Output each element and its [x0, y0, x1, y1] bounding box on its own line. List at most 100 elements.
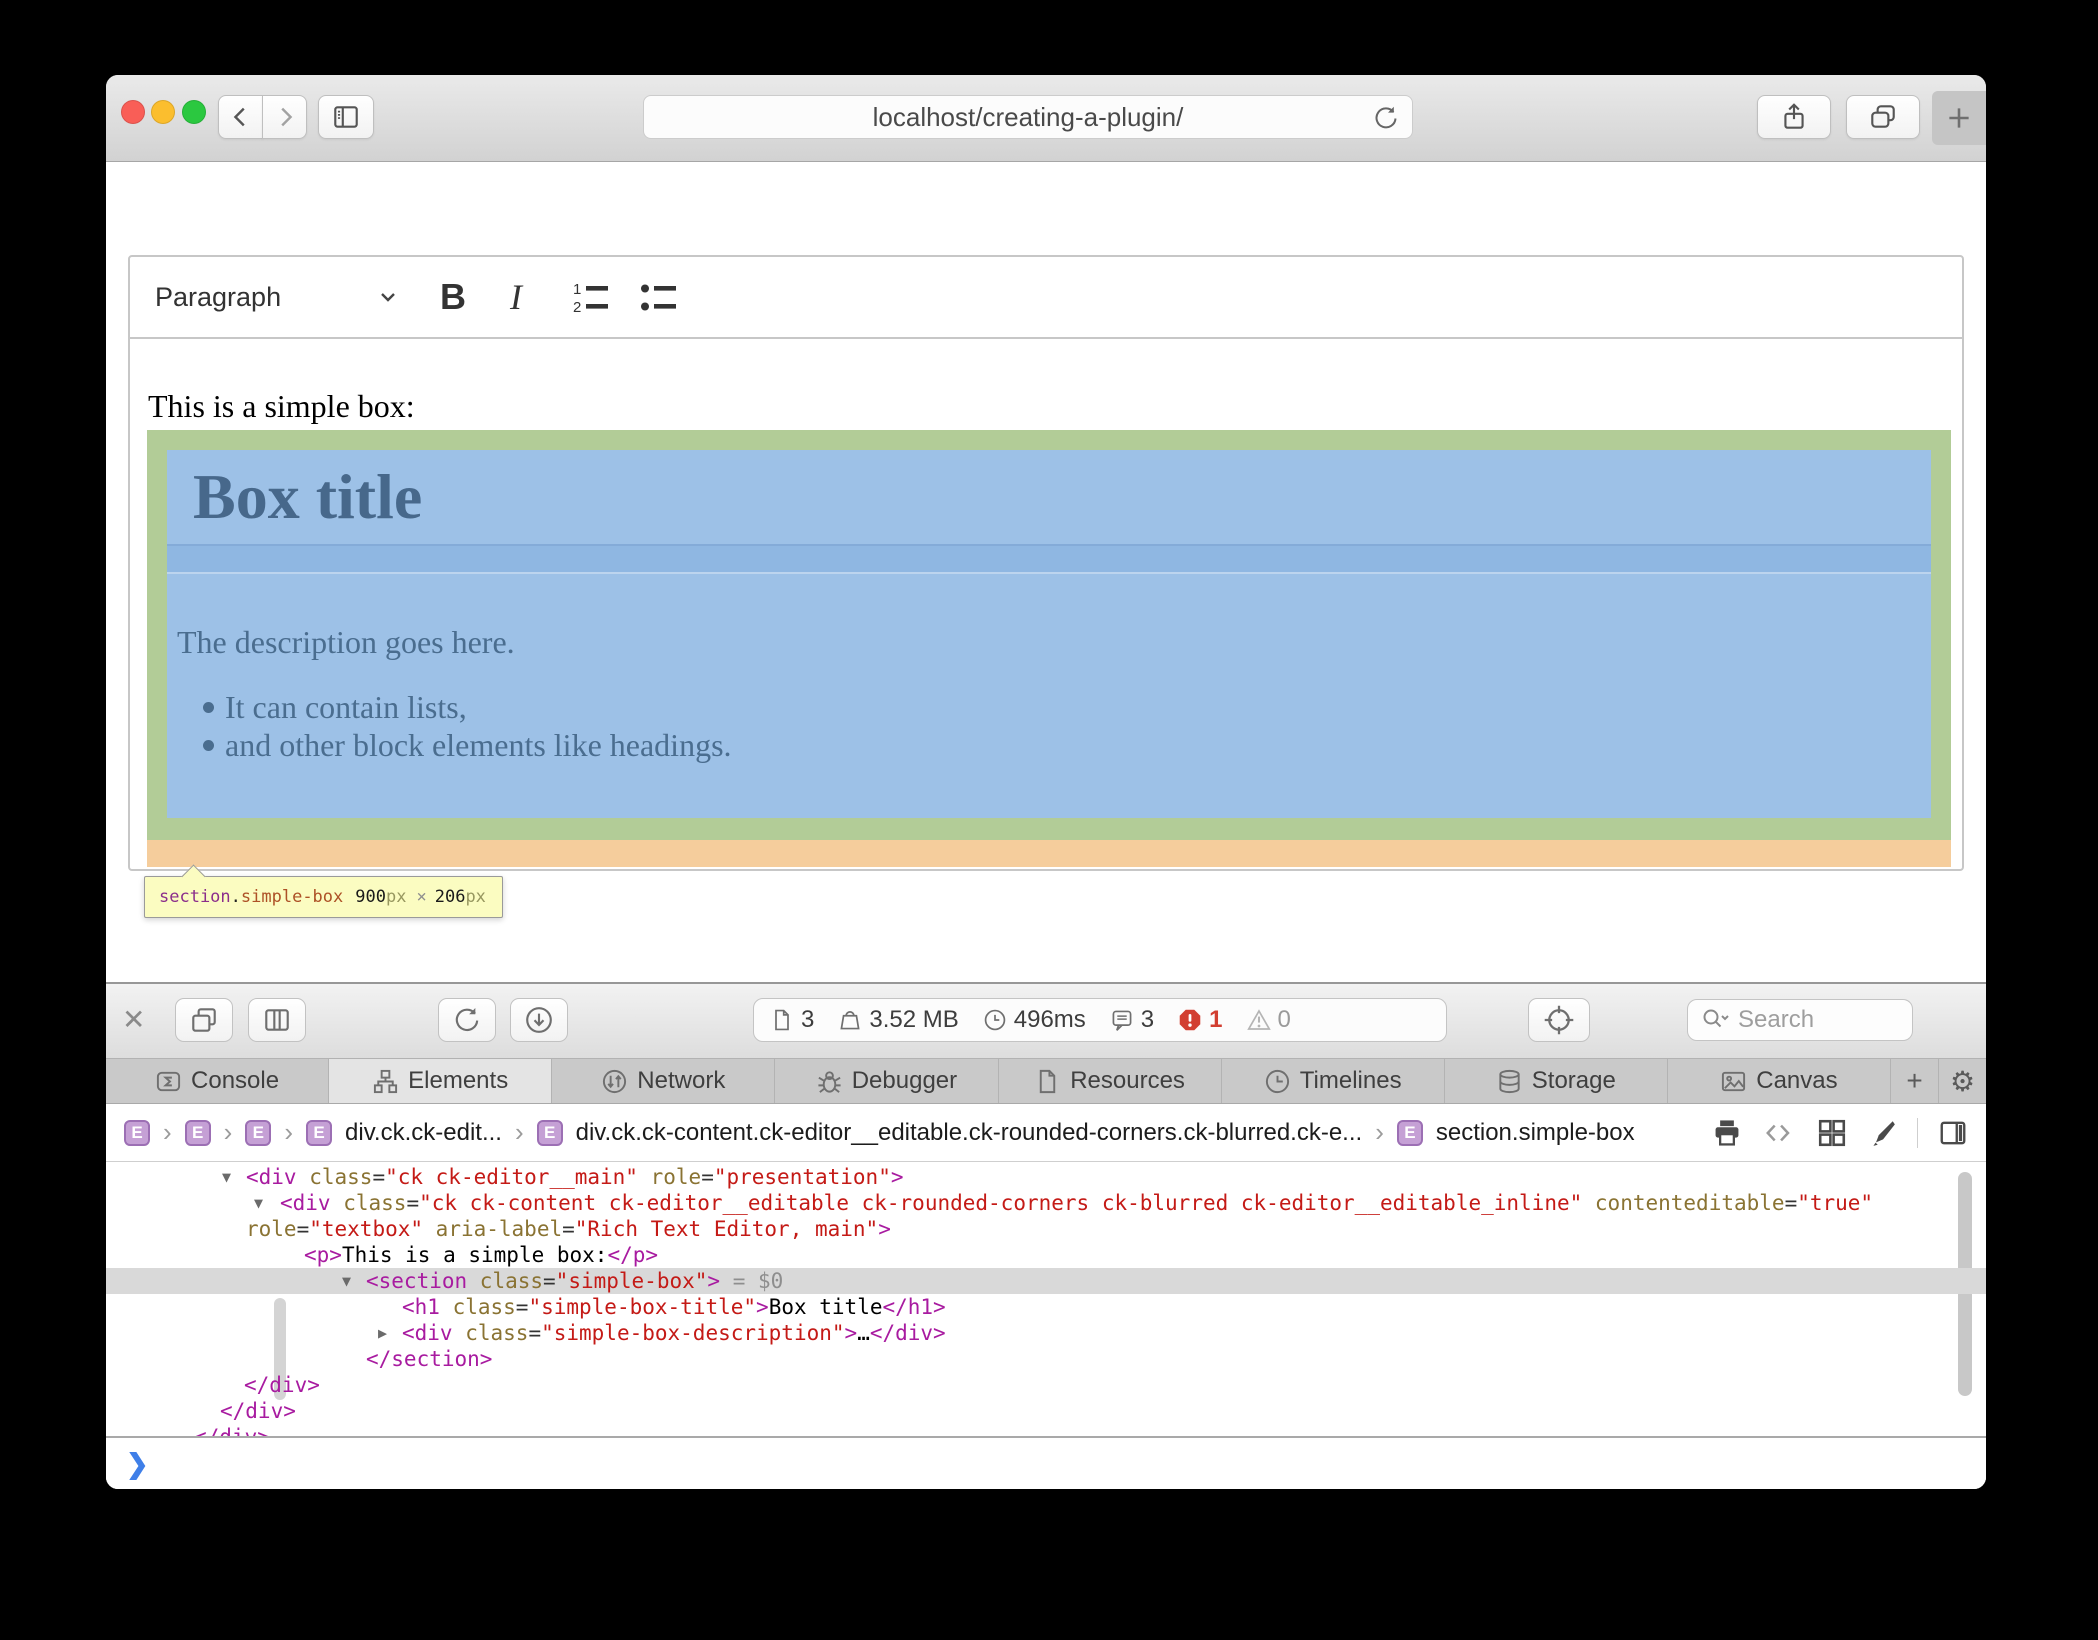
dom-tree-row[interactable]: ▶<div class="simple-box-description">…</…: [106, 1320, 1986, 1346]
reload-icon: [1372, 104, 1400, 132]
code-segment: <div: [280, 1191, 343, 1215]
detach-inspector-button[interactable]: [175, 998, 233, 1042]
tab-resources[interactable]: Resources: [999, 1059, 1222, 1103]
new-tab-button[interactable]: [1932, 91, 1986, 145]
tab-canvas[interactable]: Canvas: [1668, 1059, 1891, 1103]
console-prompt-row[interactable]: ❯: [106, 1436, 1986, 1489]
print-dom-icon[interactable]: [1711, 1117, 1743, 1149]
dom-tree-row[interactable]: ▼<div class="ck ck-content ck-editor__ed…: [106, 1190, 1986, 1216]
dom-tree-row[interactable]: </div>: [106, 1424, 1986, 1436]
badge-weight[interactable]: 3.52 MB: [838, 1006, 958, 1034]
highlight-content-overlay: Box title The description goes here. It …: [167, 450, 1931, 818]
element-badge-icon[interactable]: E: [306, 1120, 332, 1146]
dom-tree-row[interactable]: ▼<div class="ck ck-editor__main" role="p…: [106, 1164, 1986, 1190]
forward-button[interactable]: [262, 95, 307, 139]
simple-box-description-zone[interactable]: The description goes here. It can contai…: [167, 572, 1931, 764]
editor-content[interactable]: This is a simple box: Box title The desc…: [130, 339, 1962, 867]
badge-warning[interactable]: 0: [1247, 1006, 1291, 1034]
simple-box-title-zone[interactable]: Box title: [167, 450, 1931, 546]
element-badge-icon[interactable]: E: [124, 1120, 150, 1146]
zoom-window-button[interactable]: [182, 100, 206, 124]
sidebar-icon: [331, 102, 361, 132]
layout-grid-icon[interactable]: [1817, 1118, 1847, 1148]
badge-document[interactable]: 3: [770, 1006, 814, 1034]
disclosure-triangle-icon[interactable]: ▼: [222, 1164, 231, 1190]
code-segment: "simple-box": [556, 1269, 708, 1293]
share-button[interactable]: [1757, 95, 1831, 139]
code-segment: <section: [366, 1269, 480, 1293]
disclosure-triangle-icon[interactable]: ▼: [342, 1268, 351, 1294]
dom-tree-row[interactable]: <h1 class="simple-box-title">Box title</…: [106, 1294, 1986, 1320]
dom-tree-row[interactable]: <p>This is a simple box:</p>: [106, 1242, 1986, 1268]
badge-clock[interactable]: 496ms: [983, 1006, 1086, 1034]
add-tab-button[interactable]: +: [1891, 1059, 1939, 1103]
bulleted-list-button[interactable]: [638, 257, 680, 337]
show-source-icon[interactable]: [1763, 1118, 1797, 1148]
dock-side-button[interactable]: [248, 998, 306, 1042]
address-bar[interactable]: localhost/creating-a-plugin/: [643, 95, 1413, 139]
description-list[interactable]: It can contain lists,and other block ele…: [177, 688, 1931, 764]
dom-tree-row[interactable]: </div>: [106, 1372, 1986, 1398]
dom-tree-row[interactable]: </div>: [106, 1398, 1986, 1424]
inspector-reload-button[interactable]: [438, 998, 496, 1042]
disclosure-triangle-icon[interactable]: ▼: [254, 1190, 263, 1216]
inspector-search-input[interactable]: Search: [1687, 999, 1913, 1041]
weight-icon: [838, 1008, 862, 1032]
dom-tree-row[interactable]: </section>: [106, 1346, 1986, 1372]
badge-error[interactable]: 1: [1178, 1006, 1222, 1034]
breadcrumb-item[interactable]: section.simple-box: [1436, 1119, 1635, 1147]
disclosure-triangle-icon[interactable]: ▶: [378, 1320, 387, 1346]
back-chevron-icon: [228, 104, 254, 130]
details-sidebar-icon[interactable]: [1938, 1118, 1968, 1148]
box-title-heading[interactable]: Box title: [193, 460, 422, 534]
element-badge-icon[interactable]: E: [185, 1120, 211, 1146]
code-segment: Box title: [769, 1295, 883, 1319]
badge-value: 3: [801, 1006, 814, 1034]
intro-paragraph[interactable]: This is a simple box:: [148, 385, 415, 427]
bold-button[interactable]: B: [440, 257, 466, 337]
tab-timelines[interactable]: Timelines: [1222, 1059, 1445, 1103]
tab-storage[interactable]: Storage: [1445, 1059, 1668, 1103]
element-badge-icon[interactable]: E: [537, 1120, 563, 1146]
download-page-button[interactable]: [510, 998, 568, 1042]
dom-tree-row[interactable]: role="textbox" aria-label="Rich Text Edi…: [106, 1216, 1986, 1242]
dom-tree-row[interactable]: ▼<section class="simple-box"> = $0: [106, 1268, 1986, 1294]
reload-icon: [452, 1005, 482, 1035]
tab-debugger[interactable]: Debugger: [775, 1059, 998, 1103]
description-paragraph[interactable]: The description goes here.: [177, 624, 1931, 660]
element-badge-icon[interactable]: E: [245, 1120, 271, 1146]
paragraph-dropdown-chevron[interactable]: [376, 257, 400, 337]
tab-network[interactable]: Network: [552, 1059, 775, 1103]
settings-gear-button[interactable]: ⚙: [1939, 1059, 1986, 1103]
screen: { "browser": { "url": "localhost/creatin…: [0, 0, 2098, 1640]
badge-message[interactable]: 3: [1110, 1006, 1154, 1034]
italic-button[interactable]: I: [510, 257, 522, 337]
reload-button[interactable]: [1372, 104, 1400, 132]
numbered-list-button[interactable]: 12: [570, 257, 612, 337]
tab-console[interactable]: Console: [106, 1059, 329, 1103]
description-list-item[interactable]: and other block elements like headings.: [225, 726, 1931, 764]
element-badge-icon[interactable]: E: [1397, 1120, 1423, 1146]
breadcrumb-item[interactable]: div.ck.ck-content.ck-editor__editable.ck…: [576, 1119, 1363, 1147]
clock-icon: [983, 1008, 1007, 1032]
tooltip-height: 206: [435, 887, 466, 907]
code-segment: "presentation": [714, 1165, 891, 1189]
close-window-button[interactable]: [121, 100, 145, 124]
tab-elements[interactable]: Elements: [329, 1059, 552, 1103]
element-picker-button[interactable]: [1528, 998, 1590, 1042]
close-inspector-button[interactable]: ✕: [122, 1004, 145, 1036]
styles-paintbrush-icon[interactable]: [1867, 1118, 1897, 1148]
show-tabs-button[interactable]: [1846, 95, 1920, 139]
description-list-item[interactable]: It can contain lists,: [225, 688, 1931, 726]
minimize-window-button[interactable]: [151, 100, 175, 124]
paragraph-dropdown[interactable]: Paragraph: [155, 257, 281, 337]
code-segment: = $0: [720, 1269, 783, 1293]
tabs-overview-icon: [1868, 102, 1898, 132]
sidebar-button[interactable]: [318, 95, 374, 139]
search-icon: [1700, 1006, 1730, 1034]
breadcrumb-item[interactable]: div.ck.ck-edit...: [345, 1119, 502, 1147]
code-segment: "true": [1797, 1191, 1873, 1215]
console-prompt-icon[interactable]: ❯: [126, 1449, 149, 1480]
code-segment: role: [246, 1217, 297, 1241]
back-button[interactable]: [218, 95, 263, 139]
